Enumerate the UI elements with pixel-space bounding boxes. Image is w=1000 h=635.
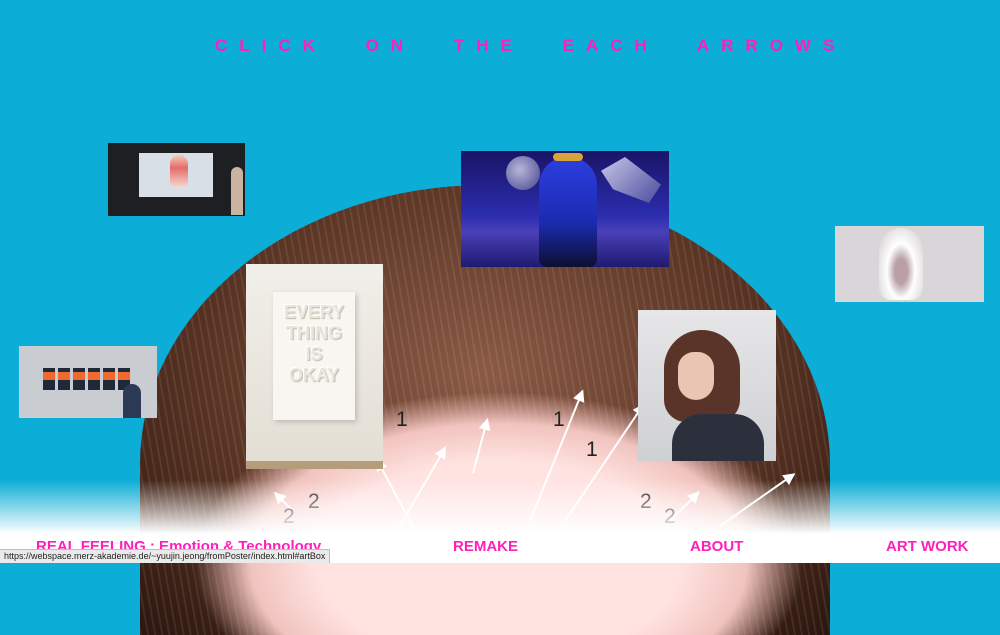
visitor-silhouette: [231, 167, 243, 215]
arrow-number: 1: [553, 408, 565, 431]
embossed-poster: EVERY THING IS OKAY: [273, 292, 355, 420]
nav-remake[interactable]: REMAKE: [453, 538, 518, 555]
arrow-number: 1: [586, 438, 598, 461]
mountain-shape: [601, 157, 661, 203]
poster-accent: [43, 372, 133, 380]
white-mask-figure: [879, 228, 923, 300]
artwork-poster-wall-photo[interactable]: [19, 346, 157, 418]
arrow-number: 1: [396, 408, 408, 431]
page-title: CLICK ON THE EACH ARROWS: [215, 36, 847, 55]
nav-about[interactable]: ABOUT: [690, 538, 743, 555]
poster-line: EVERY: [283, 302, 345, 322]
artwork-android-portrait-photo[interactable]: [638, 310, 776, 461]
floor-shelf: [246, 461, 383, 469]
artwork-robot-screen-photo[interactable]: [108, 143, 245, 216]
poster-line: OKAY: [288, 365, 340, 385]
face-shape: [678, 352, 714, 400]
artwork-everything-is-okay-photo[interactable]: EVERY THING IS OKAY: [246, 264, 383, 469]
status-bar-url: https://webspace.merz-akademie.de/~yuuji…: [0, 549, 331, 563]
poster-line: IS: [305, 344, 323, 364]
robot-figure: [170, 155, 188, 187]
nav-art-work[interactable]: ART WORK: [886, 538, 969, 555]
visitor-silhouette: [123, 384, 141, 418]
blue-hair-figure: [539, 157, 597, 267]
poster-line: THING: [286, 323, 342, 343]
jacket-shape: [672, 414, 764, 461]
artwork-white-mask-photo[interactable]: [835, 226, 984, 302]
artwork-blue-figure-photo[interactable]: [461, 151, 669, 267]
gold-crown: [553, 153, 583, 161]
planet-shape: [506, 156, 540, 190]
